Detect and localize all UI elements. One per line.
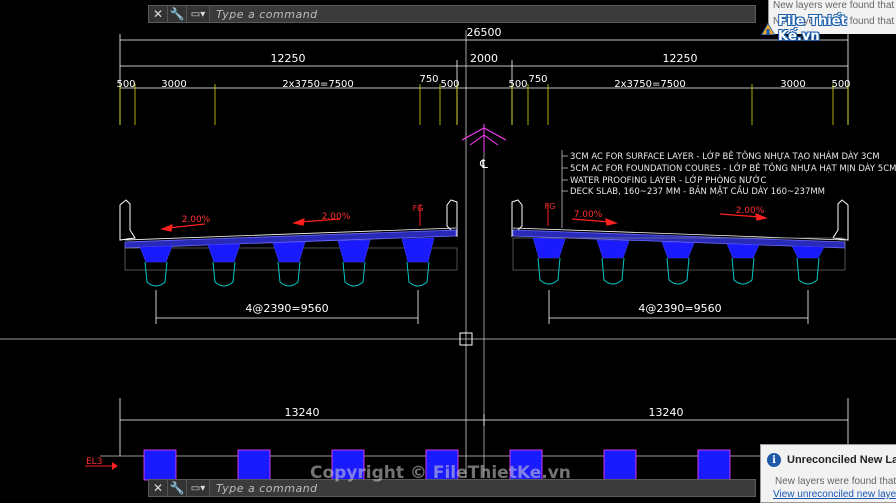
seg-right-3: 2x3750=7500 <box>614 79 686 90</box>
seg-right-1: 500 <box>508 79 527 90</box>
copyright-watermark: Copyright © FileThietKe.vn <box>310 463 571 483</box>
dim-median-text: 2000 <box>470 52 498 65</box>
notification-body: New layers were found that <box>775 476 896 487</box>
elevation-label: EL3 <box>86 457 102 467</box>
seg-left-3: 2x3750=7500 <box>282 79 354 90</box>
note-waterproof: WATER PROOFING LAYER - LỚP PHÒNG NƯỚC <box>570 174 766 186</box>
pier-width-left-text: 13240 <box>285 406 320 419</box>
info-icon: i <box>767 453 781 467</box>
seg-left-1: 500 <box>116 79 135 90</box>
slope-label-left-2: 2.00% <box>322 212 351 222</box>
note-foundation: 5CM AC FOR FOUNDATION COURES - LỚP BÊ TÔ… <box>570 162 896 174</box>
slope-label-left-1: 2.00% <box>182 215 211 225</box>
close-icon[interactable]: ✕ <box>149 480 168 496</box>
wrench-icon[interactable]: 🔧 <box>168 480 187 496</box>
notification-title: Unreconciled New Laye <box>787 454 896 466</box>
slope-label-right-2: 2.00% <box>736 206 765 216</box>
girder-spacing-left-text: 4@2390=9560 <box>245 302 328 315</box>
seg-right-2: 750 <box>528 74 547 85</box>
slope-label-right-1: 7.00% <box>574 210 603 220</box>
dim-overall-text: 26500 <box>467 26 502 39</box>
dim-half-left-text: 12250 <box>271 52 306 65</box>
seg-left-2: 3000 <box>161 79 186 90</box>
fg-label-left: FG <box>413 204 424 213</box>
command-input-top[interactable] <box>210 6 755 22</box>
notification-top-line-1: New layers were found that m <box>773 0 896 11</box>
seg-right-5: 500 <box>831 79 850 90</box>
centerline-symbol: ℄ <box>479 157 488 171</box>
command-line-top: ✕ 🔧 ▭▾ <box>148 5 756 23</box>
logo-mark-icon <box>760 22 776 36</box>
pier-width-right-text: 13240 <box>649 406 684 419</box>
seg-left-5: 500 <box>440 79 459 90</box>
cad-drawing-canvas[interactable]: 26500 12250 2000 12250 500 3000 2x3750=7… <box>0 0 896 501</box>
note-surface-layer: 3CM AC FOR SURFACE LAYER - LỚP BÊ TÔNG N… <box>570 150 880 162</box>
seg-left-4: 750 <box>419 74 438 85</box>
command-prompt-icon[interactable]: ▭▾ <box>187 480 210 496</box>
girder-spacing-right-text: 4@2390=9560 <box>638 302 721 315</box>
fg-label-right: FG <box>545 202 556 211</box>
close-icon[interactable]: ✕ <box>149 6 168 22</box>
logo-text: File Thiết Kế.vn <box>778 14 847 44</box>
notification-unreconciled-layers[interactable]: i Unreconciled New Laye New layers were … <box>760 444 896 503</box>
site-logo: File Thiết Kế.vn <box>760 14 870 44</box>
dim-half-right-text: 12250 <box>663 52 698 65</box>
seg-right-4: 3000 <box>780 79 805 90</box>
notification-link[interactable]: View unreconciled new laye <box>773 489 896 500</box>
wrench-icon[interactable]: 🔧 <box>168 6 187 22</box>
command-prompt-icon[interactable]: ▭▾ <box>187 6 210 22</box>
